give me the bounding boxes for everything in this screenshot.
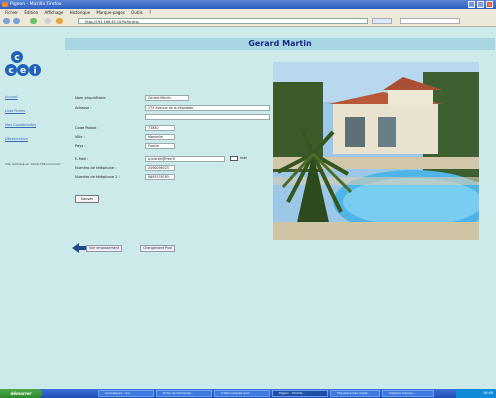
pool-house-photo [273,62,479,240]
field-label: Nom propriétaire [75,96,106,100]
field-label: Adresse : [75,106,92,110]
change-pool-button[interactable]: Changement Pool [140,245,176,252]
page-header: Gerard Martin [65,38,495,50]
field-label: Code Postal : [75,126,99,130]
menu-history[interactable]: Historique [70,10,91,15]
form-row-address: Adresse : 275 avenue de la cépolette [75,105,270,112]
sidebar: Accueil Liste Fiches Mes Coordonnées Déc… [5,95,63,151]
navigation-toolbar: http://192.168.45.10/fiche.php [0,16,496,27]
save-button[interactable]: Sauver [75,195,99,203]
taskbar-item[interactable]: Animateurs - Go... [98,390,154,397]
menu-tools[interactable]: Outils [131,10,143,15]
start-button[interactable]: démarrer [0,389,42,398]
taskbar-item[interactable]: Fiche de demande... [156,390,212,397]
mail-icon[interactable] [230,156,238,161]
taskbar-item-active[interactable]: Pigeon - Mozilla... [272,390,328,397]
phone2-field[interactable]: 0695576785 [145,174,175,180]
menu-bar: Fichier Édition Affichage Historique Mar… [0,9,496,16]
home-icon[interactable] [56,18,63,24]
form-row-phone2: Numéro de téléphone 2 : 0695576785 [75,174,270,181]
form-row-owner: Nom propriétaire Gerard Martin [75,95,270,102]
field-label: Numéro de téléphone : [75,166,117,170]
stop-icon[interactable] [44,18,51,24]
reload-icon[interactable] [30,18,37,24]
taskbar-item[interactable]: Capture d'écran... [382,390,434,397]
windows-taskbar: démarrer Animateurs - Go... Fiche de dem… [0,389,496,398]
address-field[interactable]: 275 avenue de la cépolette [145,105,270,111]
menu-help[interactable]: ? [149,10,151,15]
window-titlebar: Pigeon - Mozilla Firefox _ □ × [0,0,496,9]
owner-name-field[interactable]: Gerard Martin [145,95,189,101]
phone-field[interactable]: 0490096325 [145,165,175,171]
firefox-icon [2,2,8,7]
field-label: E-Mail : [75,157,89,161]
menu-bookmarks[interactable]: Marque-pages [96,10,125,15]
city-field[interactable]: Marseille [145,134,175,140]
go-button[interactable] [372,18,392,24]
menu-view[interactable]: Affichage [44,10,63,15]
minimize-icon[interactable]: _ [468,1,475,8]
form-row-country: Pays : France [75,143,270,150]
sidebar-link-home[interactable]: Accueil [5,95,63,99]
svg-text:i: i [33,67,36,77]
form-row-city: Ville : Marseille [75,134,270,141]
svg-text:c: c [8,66,13,76]
back-arrow-icon[interactable] [72,243,86,253]
cei-logo: c c e i [5,51,41,77]
field-label: Numéro de téléphone 2 : [75,175,120,179]
resolution-note: Site optimisé en 1024x768 minimum [5,162,61,166]
address-input[interactable]: http://192.168.45.10/fiche.php [78,18,368,24]
field-label: Ville : [75,135,85,139]
sidebar-link-list[interactable]: Liste Fiches [5,109,63,113]
form-row-address2 [75,114,270,121]
form-row-phone: Numéro de téléphone : 0490096325 [75,165,270,172]
svg-text:e: e [20,66,26,76]
forward-icon[interactable] [13,18,20,24]
country-field[interactable]: France [145,143,175,149]
sidebar-link-coordinates[interactable]: Mes Coordonnées [5,123,63,127]
form-row-email: E-Mail : g.martin@free.fr mail [75,156,270,163]
email-field[interactable]: g.martin@free.fr [145,156,225,162]
view-location-button[interactable]: Voir emplacement [86,245,123,252]
taskbar-item[interactable]: The place has made... [330,390,380,397]
field-label: Pays : [75,144,86,148]
search-input[interactable] [400,18,460,24]
menu-edit[interactable]: Édition [24,10,38,15]
system-tray-clock: 16:48 [456,389,496,398]
page-title: Gerard Martin [248,39,312,48]
back-icon[interactable] [3,18,10,24]
sidebar-link-logout[interactable]: Déconnexion [5,137,63,141]
maximize-icon[interactable]: □ [477,1,484,8]
address2-field[interactable] [145,114,270,120]
close-icon[interactable]: × [486,1,493,8]
taskbar-item[interactable]: C:\Documents and... [214,390,270,397]
postcode-field[interactable]: 73830 [145,125,175,131]
mail-link[interactable]: mail [240,156,247,160]
form-row-postcode: Code Postal : 73830 [75,125,270,132]
svg-text:c: c [14,53,19,63]
menu-file[interactable]: Fichier [5,10,18,15]
window-title: Pigeon - Mozilla Firefox [10,2,62,7]
